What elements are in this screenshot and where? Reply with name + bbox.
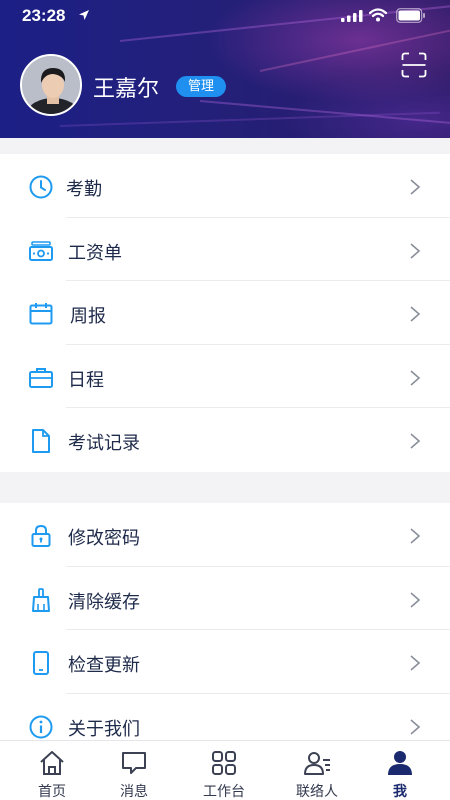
menu-group-settings: 修改密码 清除缓存 检查更新 关于我们 [0, 503, 450, 757]
chevron-right-icon [410, 179, 421, 195]
user-name: 王嘉尔 [93, 77, 160, 102]
menu-item-label: 关于我们 [68, 718, 140, 740]
chevron-right-icon [410, 591, 421, 608]
wifi-icon [369, 8, 387, 22]
chevron-right-icon [410, 655, 421, 671]
menu-item-schedule[interactable]: 日程 [0, 345, 450, 408]
grid-icon [212, 751, 236, 775]
avatar-photo-icon [22, 56, 80, 114]
menu-item-label: 考试记录 [68, 433, 140, 454]
briefcase-icon [29, 367, 53, 388]
profile-header: 23:28 王嘉尔 管理 [0, 0, 450, 138]
menu-item-label: 修改密码 [68, 528, 140, 549]
menu-item-weekly-report[interactable]: 周报 [0, 281, 450, 345]
menu-item-payslip[interactable]: 工资单 [0, 218, 450, 281]
menu-item-exam-records[interactable]: 考试记录 [0, 408, 450, 472]
clock-icon [29, 175, 53, 199]
menu-item-label: 清除缓存 [68, 591, 140, 613]
menu-item-change-password[interactable]: 修改密码 [0, 503, 450, 567]
message-icon [122, 752, 146, 774]
scan-icon[interactable] [401, 52, 427, 78]
menu-item-label: 日程 [68, 369, 104, 391]
bottom-tab-bar: 首页 消息 工作台 联络人 我 [0, 740, 450, 800]
tab-contacts[interactable]: 联络人 [272, 741, 362, 800]
battery-icon [396, 8, 425, 23]
menu-item-clear-cache[interactable]: 清除缓存 [0, 567, 450, 630]
role-badge: 管理 [176, 76, 227, 97]
menu-item-label: 检查更新 [68, 655, 140, 676]
tab-label: 联络人 [296, 784, 338, 800]
tab-label: 我 [393, 784, 407, 800]
chevron-right-icon [410, 242, 421, 259]
brush-icon [32, 587, 50, 612]
tab-label: 消息 [120, 784, 148, 800]
menu-item-attendance[interactable]: 考勤 [0, 154, 450, 218]
tab-workbench[interactable]: 工作台 [179, 741, 269, 800]
tab-label: 首页 [38, 784, 66, 800]
info-icon [29, 715, 53, 738]
tab-messages[interactable]: 消息 [89, 741, 179, 800]
document-icon [32, 429, 50, 453]
signal-icon [341, 10, 363, 22]
chevron-right-icon [410, 433, 421, 449]
payslip-icon [29, 240, 53, 261]
tab-label: 工作台 [203, 784, 245, 800]
status-bar: 23:28 [0, 0, 450, 32]
menu-item-label: 工资单 [68, 242, 122, 264]
tab-me[interactable]: 我 [355, 741, 445, 800]
menu-group-primary: 考勤 工资单 周报 日程 考试记录 [0, 154, 450, 472]
chevron-right-icon [410, 528, 421, 544]
chevron-right-icon [410, 306, 421, 322]
location-arrow-icon [79, 10, 89, 20]
chevron-right-icon [410, 718, 421, 735]
menu-item-label: 周报 [70, 306, 106, 327]
avatar[interactable] [20, 54, 82, 116]
menu-item-check-update[interactable]: 检查更新 [0, 630, 450, 694]
calendar-icon [29, 303, 53, 325]
status-time: 23:28 [22, 6, 66, 25]
contacts-icon [304, 752, 330, 775]
menu-item-label: 考勤 [66, 179, 102, 200]
home-icon [40, 751, 64, 775]
tab-home[interactable]: 首页 [7, 741, 97, 800]
lock-icon [31, 524, 51, 547]
phone-icon [33, 651, 49, 675]
chevron-right-icon [410, 369, 421, 386]
person-icon [388, 751, 412, 775]
